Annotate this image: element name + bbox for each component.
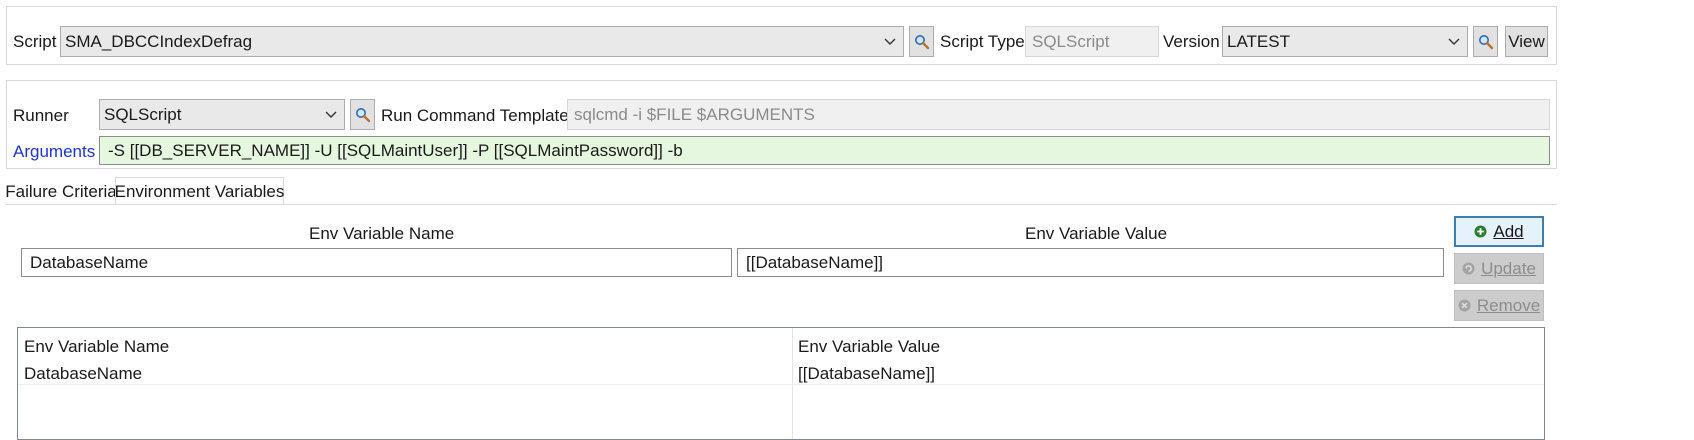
version-select[interactable]: LATEST [1222,26,1468,57]
tab-environment-variables[interactable]: Environment Variables [115,177,284,205]
version-search-button[interactable] [1473,26,1498,57]
runner-select-value: SQLScript [104,104,182,124]
run-command-template-label: Run Command Template [381,106,569,125]
runner-label: Runner [13,106,69,125]
view-button[interactable]: View [1505,26,1548,57]
script-select[interactable]: SMA_DBCCIndexDefrag [60,26,904,57]
script-type-field: SQLScript [1025,26,1159,57]
table-cell-value: [[DatabaseName]] [798,364,936,383]
update-button[interactable]: Update [1454,253,1544,284]
script-type-label: Script Type [940,32,1025,51]
add-button-label: Add [1493,221,1524,241]
script-select-value: SMA_DBCCIndexDefrag [65,31,253,51]
env-variables-table: Env Variable Name Env Variable Value Dat… [17,327,1545,440]
env-name-input[interactable]: DatabaseName [21,248,732,277]
runner-select[interactable]: SQLScript [99,99,345,130]
column-header-name[interactable]: Env Variable Name [24,337,169,357]
add-icon [1474,225,1487,238]
tab-strip-divider [6,204,1557,205]
column-header-value[interactable]: Env Variable Value [798,337,940,357]
runner-search-button[interactable] [350,99,375,130]
search-icon [914,34,929,49]
add-button[interactable]: Add [1454,216,1544,247]
chevron-down-icon [1441,38,1467,46]
env-value-input[interactable]: [[DatabaseName]] [737,248,1444,277]
version-select-value: LATEST [1227,31,1290,51]
table-row[interactable]: DatabaseName [[DatabaseName]] [18,358,1544,385]
run-command-template-field: sqlcmd -i $FILE $ARGUMENTS [567,99,1550,130]
remove-button[interactable]: Remove [1454,290,1544,321]
env-name-header: Env Variable Name [309,224,455,243]
tab-failure-criteria[interactable]: Failure Criteria [5,180,116,204]
chevron-down-icon [877,38,903,46]
search-icon [1478,34,1493,49]
arguments-link[interactable]: Arguments [13,143,95,160]
env-value-header: Env Variable Value [1025,224,1168,243]
script-label: Script [13,32,57,51]
arguments-input[interactable]: -S [[DB_SERVER_NAME]] -U [[SQLMaintUser]… [99,136,1550,165]
update-button-label: Update [1481,258,1536,278]
version-label: Version [1163,32,1220,51]
remove-icon [1458,299,1471,312]
chevron-down-icon [318,111,344,119]
search-icon [355,107,370,122]
table-cell-name: DatabaseName [24,364,143,383]
refresh-icon [1462,262,1475,275]
script-search-button[interactable] [909,26,934,57]
remove-button-label: Remove [1476,295,1541,315]
